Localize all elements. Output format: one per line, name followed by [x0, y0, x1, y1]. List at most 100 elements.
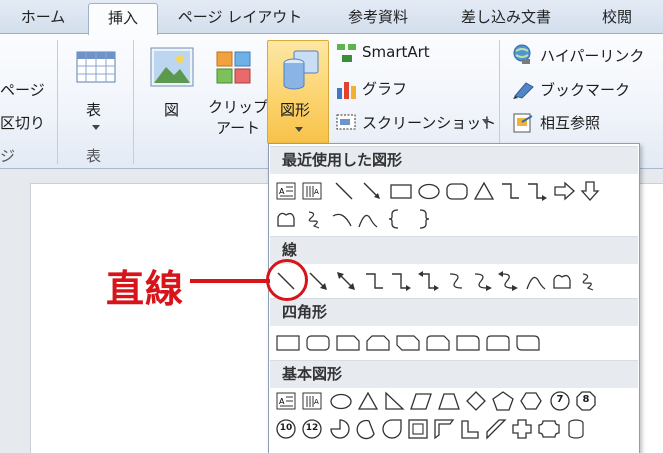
recent-shapes-row-1: A A: [275, 180, 635, 204]
vertical-text-box-shape-icon[interactable]: A: [301, 180, 323, 202]
left-brace-shape-icon[interactable]: [383, 208, 405, 230]
basic-shapes-row-1: A A 7 8: [275, 390, 635, 414]
diamond-icon[interactable]: [465, 390, 487, 412]
right-arrow-shape-icon[interactable]: [553, 180, 577, 202]
shapes-button[interactable]: 図形: [267, 40, 329, 144]
hyperlink-button[interactable]: ハイパーリンク: [540, 45, 644, 66]
curved-connector-line-icon[interactable]: [445, 270, 467, 292]
pages-group-label: ジ: [0, 147, 16, 165]
line-shape-icon[interactable]: [333, 180, 355, 202]
table-button[interactable]: 表: [67, 40, 123, 140]
arrow-line-shape-icon[interactable]: [361, 180, 383, 202]
cross-reference-button[interactable]: 相互参照: [540, 112, 600, 133]
smartart-icon[interactable]: [336, 43, 358, 63]
table-button-label: 表: [86, 101, 102, 119]
curve-line-icon[interactable]: [525, 270, 547, 292]
clipart-button[interactable]: クリップ アート: [205, 40, 268, 140]
triangle-shape-icon[interactable]: [473, 180, 495, 202]
pie-icon[interactable]: [329, 418, 351, 440]
hexagon-icon[interactable]: [519, 390, 543, 412]
hyperlink-icon[interactable]: [512, 43, 534, 65]
teardrop-icon[interactable]: [381, 418, 403, 440]
ribbon-tab-bar: ホーム 挿入 ページ レイアウト 参考資料 差し込み文書 校閲: [0, 0, 663, 35]
dropdown-arrow-icon: [295, 127, 303, 132]
plaque-icon[interactable]: [537, 418, 561, 440]
bookmark-icon[interactable]: [512, 79, 536, 99]
page-break-label-2[interactable]: 区切り: [0, 112, 45, 133]
cross-icon[interactable]: [511, 418, 533, 440]
half-frame-icon[interactable]: [433, 418, 455, 440]
snip-diagonal-corner-rectangle-icon[interactable]: [395, 332, 421, 354]
screenshot-icon[interactable]: [336, 112, 358, 132]
curved-arrow-connector-icon[interactable]: [471, 270, 495, 292]
scribble-line-icon[interactable]: [577, 270, 599, 292]
shapes-gallery-dropdown[interactable]: 最近使用した図形 A A 線 四角形 基本図形 A A 7 8 10 12: [268, 143, 640, 453]
double-arrow-shape-icon[interactable]: [335, 270, 357, 292]
basic-shapes-header: 基本図形: [270, 360, 638, 388]
picture-button[interactable]: 図: [143, 40, 199, 140]
elbow-double-arrow-line-icon[interactable]: [417, 270, 441, 292]
curve-shape-icon[interactable]: [357, 208, 379, 230]
trapezoid-icon[interactable]: [437, 390, 461, 412]
round-diagonal-corner-rectangle-icon[interactable]: [515, 332, 541, 354]
text-box-icon[interactable]: A: [275, 390, 297, 412]
chart-icon[interactable]: [336, 78, 358, 100]
rounded-rectangle-icon[interactable]: [305, 332, 331, 354]
tab-insert[interactable]: 挿入: [88, 3, 158, 35]
tab-home[interactable]: ホーム: [10, 3, 76, 34]
rounded-rectangle-shape-icon[interactable]: [445, 180, 469, 202]
screenshot-button[interactable]: スクリーンショット: [362, 112, 496, 133]
chart-button[interactable]: グラフ: [362, 78, 407, 99]
dropdown-arrow-icon[interactable]: [482, 119, 489, 124]
svg-text:A: A: [314, 398, 319, 406]
heptagon-icon[interactable]: 7: [549, 390, 571, 412]
basic-shapes-row-2: 10 12: [275, 418, 635, 442]
scribble-shape-icon[interactable]: [303, 208, 325, 230]
bookmark-button[interactable]: ブックマーク: [540, 79, 630, 100]
chord-icon[interactable]: [355, 418, 377, 440]
round-same-side-corner-rectangle-icon[interactable]: [485, 332, 511, 354]
dodecagon-icon[interactable]: 12: [301, 418, 323, 440]
annotation-highlight-circle: [266, 259, 308, 301]
down-arrow-shape-icon[interactable]: [579, 180, 601, 202]
round-single-corner-rectangle-icon[interactable]: [455, 332, 481, 354]
tab-references[interactable]: 参考資料: [332, 3, 424, 34]
smartart-button[interactable]: SmartArt: [362, 43, 430, 61]
snip-round-corner-rectangle-icon[interactable]: [425, 332, 451, 354]
tab-mailings[interactable]: 差し込み文書: [446, 3, 566, 34]
l-shape-icon[interactable]: [459, 418, 481, 440]
diagonal-stripe-icon[interactable]: [485, 418, 507, 440]
tab-page-layout[interactable]: ページ レイアウト: [170, 3, 310, 34]
rectangle-shape-icon[interactable]: [389, 180, 413, 202]
curved-double-arrow-connector-icon[interactable]: [497, 270, 521, 292]
rectangle-icon[interactable]: [275, 332, 301, 354]
freeform-shape-icon[interactable]: [275, 208, 297, 230]
table-group-label: 表: [86, 147, 102, 165]
right-brace-shape-icon[interactable]: [413, 208, 435, 230]
pentagon-icon[interactable]: [491, 390, 515, 412]
text-box-shape-icon[interactable]: A: [275, 180, 297, 202]
oval-shape-icon[interactable]: [417, 180, 441, 202]
freeform-line-icon[interactable]: [551, 270, 573, 292]
tab-review[interactable]: 校閲: [584, 3, 650, 34]
elbow-connector-shape-icon[interactable]: [499, 180, 521, 202]
page-break-label-1[interactable]: ページ: [0, 79, 45, 100]
right-triangle-icon[interactable]: [383, 390, 405, 412]
snip-same-side-corner-rectangle-icon[interactable]: [365, 332, 391, 354]
elbow-arrow-connector-shape-icon[interactable]: [525, 180, 549, 202]
lines-header: 線: [270, 236, 638, 264]
parallelogram-icon[interactable]: [409, 390, 433, 412]
elbow-connector-line-icon[interactable]: [363, 270, 385, 292]
decagon-icon[interactable]: 10: [275, 418, 297, 440]
arc-shape-icon[interactable]: [331, 208, 353, 230]
snip-single-corner-rectangle-icon[interactable]: [335, 332, 361, 354]
isosceles-triangle-icon[interactable]: [357, 390, 379, 412]
frame-icon[interactable]: [407, 418, 429, 440]
vertical-text-box-icon[interactable]: A: [301, 390, 323, 412]
can-icon[interactable]: [565, 418, 587, 440]
elbow-arrow-line-icon[interactable]: [389, 270, 413, 292]
cross-reference-icon[interactable]: [512, 112, 534, 134]
arrow-shape-icon[interactable]: [307, 270, 329, 292]
octagon-icon[interactable]: 8: [575, 390, 597, 412]
oval-icon[interactable]: [329, 390, 353, 412]
